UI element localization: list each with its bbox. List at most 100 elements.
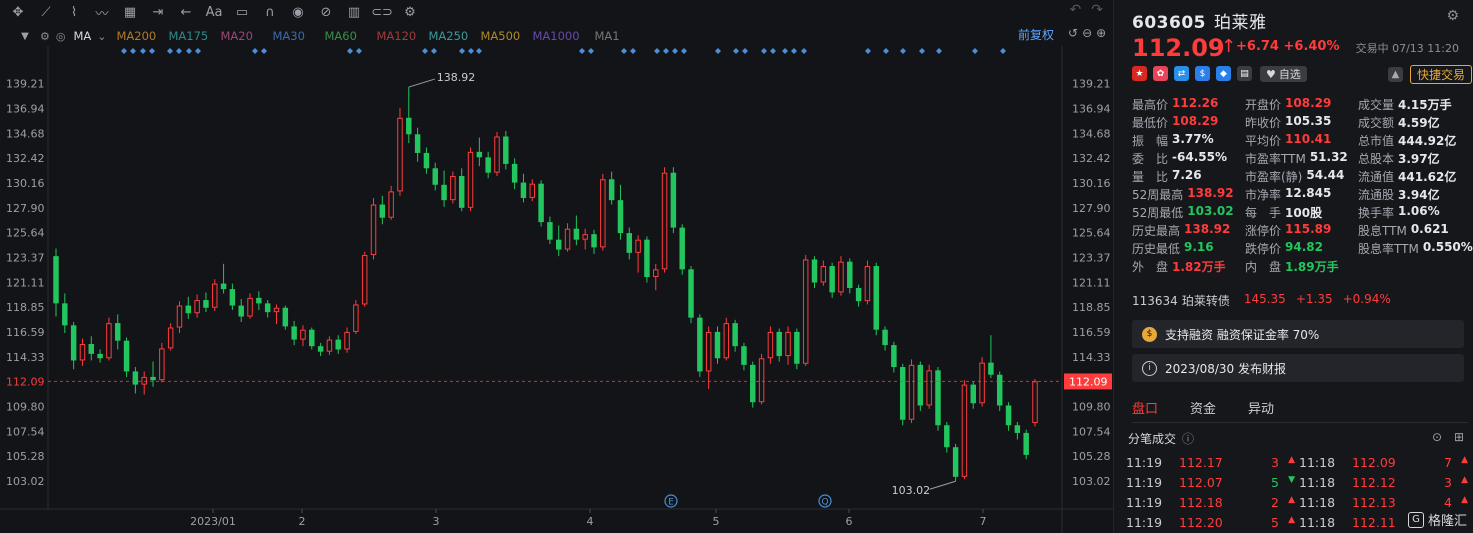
- margin-info[interactable]: $ 支持融资 融资保证金率 70%: [1132, 320, 1464, 348]
- trade-cell: 11:18 112.13 4 ▲: [1299, 495, 1472, 510]
- channel-icon[interactable]: ⌇: [62, 1, 86, 23]
- ma-line-ma250[interactable]: MA250: [429, 29, 481, 43]
- zoom-out-icon[interactable]: ⊖: [1082, 26, 1092, 40]
- candle-body-down: [996, 374, 1003, 406]
- tab-0[interactable]: 盘口: [1132, 398, 1158, 417]
- tag-icon[interactable]: ◆: [1216, 66, 1231, 81]
- adjust-button[interactable]: 前复权: [1018, 26, 1054, 43]
- quick-trade-button[interactable]: 快捷交易: [1410, 65, 1473, 84]
- trash-icon[interactable]: ▥: [342, 1, 366, 23]
- watchlist-button[interactable]: ♥ 自选: [1260, 66, 1307, 82]
- stat-cell: 最高价 112.26: [1132, 96, 1245, 114]
- sector-icon[interactable]: ✿: [1153, 66, 1168, 81]
- arrow-left-icon[interactable]: ←: [174, 1, 198, 23]
- stat-cell: 最低价 108.29: [1132, 114, 1245, 132]
- comment-icon[interactable]: ▭: [230, 1, 254, 23]
- ma-line-ma20[interactable]: MA20: [221, 29, 273, 43]
- candle-body-up: [300, 329, 306, 340]
- candle-body-down: [626, 233, 633, 253]
- candle-body-up: [661, 172, 668, 270]
- convertible-bond[interactable]: 113634 珀莱转债 145.35 +1.35 +0.94%: [1132, 292, 1391, 309]
- candle-body-down: [741, 346, 747, 365]
- info-dot: [431, 48, 437, 54]
- trade-qty: 2: [1271, 494, 1279, 510]
- x-tick-label: 5: [713, 515, 720, 528]
- zoom-in-icon[interactable]: ⊕: [1096, 26, 1106, 40]
- info-dot: [422, 48, 428, 54]
- hide-icon[interactable]: ⊘: [314, 1, 338, 23]
- y-tick-label-right: 118.85: [1072, 301, 1111, 314]
- more-icon[interactable]: ⊙: [1432, 430, 1442, 444]
- doc-icon[interactable]: ▤: [1237, 66, 1252, 81]
- info-dot: [261, 48, 267, 54]
- ma-line-ma500[interactable]: MA500: [481, 29, 533, 43]
- watermark-text: 格隆汇: [1427, 514, 1467, 529]
- china-flag-icon[interactable]: ★: [1132, 66, 1147, 81]
- candle-body-down: [917, 364, 924, 406]
- magnet-icon[interactable]: ∩: [258, 1, 282, 23]
- settings-icon[interactable]: ⚙: [40, 30, 50, 43]
- trendline-icon[interactable]: ⟋: [34, 1, 58, 23]
- y-tick-label-right: 107.54: [1072, 425, 1111, 438]
- candle-body-up: [926, 370, 932, 406]
- candle-body-down: [291, 326, 297, 340]
- stat-label: 流通股: [1358, 188, 1395, 202]
- ma-line-ma30[interactable]: MA30: [273, 29, 325, 43]
- y-tick-label-right: 121.11: [1072, 276, 1111, 289]
- bell-icon[interactable]: ▲: [1388, 67, 1403, 82]
- text-icon[interactable]: Aa: [202, 1, 226, 23]
- stat-cell: 股息TTM 0.621: [1358, 222, 1471, 240]
- trade-time: 11:19: [1126, 494, 1163, 510]
- candlestick-chart[interactable]: 139.21 139.21 136.94 136.94 134.68 134.68 132.…: [0, 46, 1113, 533]
- shuffle-icon[interactable]: ⇄: [1174, 66, 1189, 81]
- fib-icon[interactable]: ▦: [118, 1, 142, 23]
- y-tick-label-left: 139.21: [6, 78, 45, 91]
- candle-body-up: [353, 304, 359, 332]
- stat-value: 3.94亿: [1398, 188, 1440, 202]
- stat-label: 总股本: [1358, 152, 1395, 166]
- stat-label: 内 盘: [1245, 260, 1282, 274]
- reset-icon[interactable]: ↺: [1068, 26, 1078, 40]
- hide-indicator-icon[interactable]: ◎: [56, 30, 66, 43]
- tab-2[interactable]: 异动: [1248, 398, 1274, 417]
- wave-icon[interactable]: 〰: [90, 1, 114, 23]
- candle-body-up: [450, 175, 456, 201]
- ma-line-ma60[interactable]: MA60: [325, 29, 377, 43]
- eye-icon[interactable]: ◉: [286, 1, 310, 23]
- redo-icon[interactable]: ↷: [1091, 2, 1103, 18]
- range-icon[interactable]: ⇥: [146, 1, 170, 23]
- crosshair-icon[interactable]: ✥: [6, 1, 30, 23]
- ma-line-ma1000[interactable]: MA1000: [533, 29, 595, 43]
- collapse-icon[interactable]: ▼: [16, 27, 34, 45]
- stat-value: 7.26: [1172, 168, 1202, 182]
- expand-icon[interactable]: ⊞: [1454, 430, 1464, 444]
- undo-icon[interactable]: ↶: [1070, 2, 1082, 18]
- candle-body-up: [1032, 381, 1038, 424]
- y-tick-label-left: 103.02: [6, 475, 45, 488]
- trade-time: 11:18: [1299, 454, 1336, 470]
- chevron-down-icon[interactable]: ⌄: [97, 30, 106, 43]
- candle-body-down: [873, 266, 879, 330]
- candle-body-down: [855, 287, 862, 302]
- ma-line-ma120[interactable]: MA120: [377, 29, 429, 43]
- ma-line-ma1[interactable]: MA1: [595, 29, 647, 43]
- stat-cell: 市盈率TTM 51.32: [1245, 150, 1358, 168]
- candle-body-down: [608, 179, 615, 201]
- tab-1[interactable]: 资金: [1190, 398, 1216, 417]
- y-tick-label-left: 114.33: [6, 351, 45, 364]
- stat-value: 444.92亿: [1398, 134, 1457, 148]
- info-icon[interactable]: ⓘ: [1182, 430, 1194, 447]
- report-info[interactable]: i 2023/08/30 发布财报: [1132, 354, 1464, 382]
- bond-change-pct: +0.94%: [1342, 292, 1391, 306]
- stats-row: 外 盘 1.82万手内 盘 1.89万手: [1132, 258, 1472, 276]
- candle-body-up: [361, 255, 368, 305]
- gear-icon[interactable]: ⚙: [1446, 8, 1459, 24]
- ma-line-ma200[interactable]: MA200: [117, 29, 169, 43]
- ma-line-ma175[interactable]: MA175: [169, 29, 221, 43]
- dollar-icon[interactable]: $: [1195, 66, 1210, 81]
- chart-svg[interactable]: 139.21 139.21 136.94 136.94 134.68 134.68 132.…: [0, 46, 1113, 533]
- margin-text: 支持融资 融资保证金率 70%: [1165, 327, 1320, 342]
- ma-label[interactable]: MA: [73, 29, 91, 43]
- gear-icon[interactable]: ⚙: [398, 1, 422, 23]
- link-icon[interactable]: ⊂⊃: [370, 1, 394, 23]
